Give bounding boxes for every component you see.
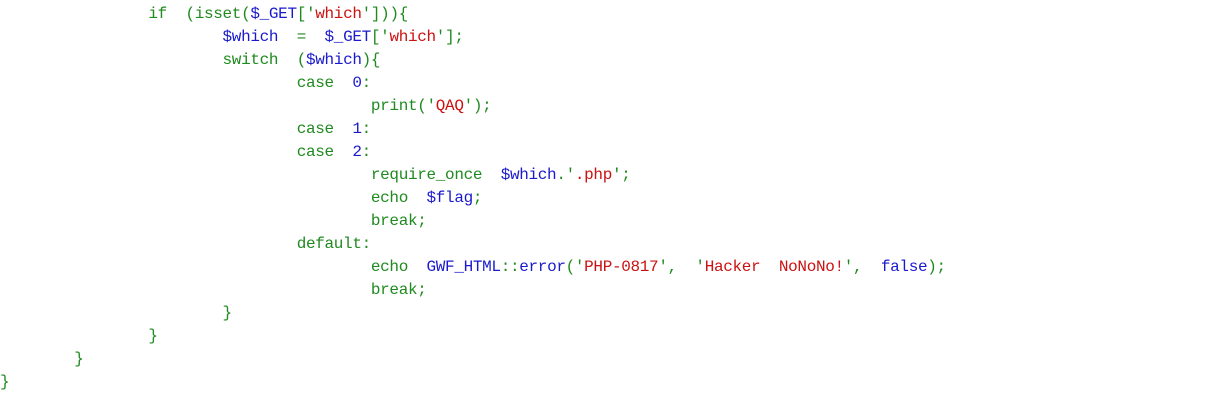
code-token-punct: (: [278, 51, 307, 69]
code-token-variable: $which: [500, 166, 557, 184]
code-token-punct: }: [0, 373, 10, 391]
code-line: echo $flag;: [0, 187, 1222, 210]
code-token-punct: (': [565, 258, 585, 276]
code-token-keyword: require_once: [370, 166, 483, 184]
code-token-punct: ){: [361, 51, 381, 69]
code-line: }: [0, 348, 1222, 371]
code-line: }: [0, 371, 1222, 394]
code-token-punct: .': [556, 166, 575, 184]
code-token-keyword: print: [370, 97, 418, 115]
code-token-string: QAQ: [435, 97, 464, 115]
code-token-punct: ::: [500, 258, 520, 276]
code-token-punct: :: [361, 143, 372, 161]
code-token-string: .php: [574, 166, 612, 184]
code-token-variable: $_GET: [324, 28, 372, 46]
code-line: }: [0, 325, 1222, 348]
code-line: }: [0, 302, 1222, 325]
code-token-punct: :: [361, 235, 372, 253]
code-line: case 1:: [0, 118, 1222, 141]
code-token-keyword: break: [370, 281, 418, 299]
code-token-keyword: default: [296, 235, 362, 253]
code-token-variable: false: [880, 258, 928, 276]
code-token-punct: ;: [472, 189, 483, 207]
code-line: break;: [0, 279, 1222, 302]
code-token-punct: }: [74, 350, 84, 368]
code-line: if (isset($_GET['which'])){: [0, 3, 1222, 26]
code-token-punct: :: [361, 74, 372, 92]
code-token-punct: ',: [843, 258, 881, 276]
code-line: print('QAQ');: [0, 95, 1222, 118]
code-token-keyword: case: [296, 74, 334, 92]
code-token-punct: '];: [435, 28, 464, 46]
code-line: switch ($which){: [0, 49, 1222, 72]
code-token-punct: }: [148, 327, 158, 345]
code-token-string: Hacker NoNoNo!: [704, 258, 844, 276]
code-line: default:: [0, 233, 1222, 256]
code-token-punct: ', ': [658, 258, 705, 276]
code-token-punct: ;: [417, 281, 427, 299]
code-editor[interactable]: if (isset($_GET['which'])){ $which = $_G…: [0, 3, 1222, 394]
code-token-keyword: echo: [370, 258, 408, 276]
code-token-punct: :: [361, 120, 372, 138]
code-token-punct: }: [222, 304, 233, 322]
code-token-punct: );: [927, 258, 946, 276]
code-token-punct: [': [370, 28, 390, 46]
code-token-keyword: if: [148, 5, 167, 23]
code-token-plain: (isset(: [166, 5, 251, 23]
code-line: case 2:: [0, 141, 1222, 164]
code-token-variable: GWF_HTML: [426, 258, 502, 276]
code-token-variable: 1: [352, 120, 362, 138]
code-token-string: which: [389, 28, 436, 46]
code-token-variable: $_GET: [250, 5, 297, 23]
code-line: require_once $which.'.php';: [0, 164, 1222, 187]
code-token-variable: $flag: [426, 189, 474, 207]
code-token-punct: ');: [463, 97, 492, 115]
code-token-keyword: switch: [222, 51, 279, 69]
code-line: echo GWF_HTML::error('PHP-0817', 'Hacker…: [0, 256, 1222, 279]
code-line: $which = $_GET['which'];: [0, 26, 1222, 49]
code-token-keyword: break: [370, 212, 418, 230]
code-token-string: PHP-0817: [584, 258, 659, 276]
code-token-punct: '])){: [361, 5, 409, 23]
code-token-punct: ';: [611, 166, 631, 184]
code-token-keyword: echo: [370, 189, 408, 207]
code-token-variable: error: [519, 258, 566, 276]
code-token-punct: [': [296, 5, 316, 23]
code-token-variable: 2: [352, 143, 362, 161]
code-token-punct: =: [278, 28, 325, 46]
code-token-variable: $which: [222, 28, 279, 46]
code-line: break;: [0, 210, 1222, 233]
code-token-punct: ;: [417, 212, 427, 230]
code-token-punct: (': [417, 97, 436, 115]
code-token-variable: 0: [352, 74, 362, 92]
code-token-keyword: case: [296, 143, 334, 161]
code-token-string: which: [315, 5, 362, 23]
code-line: case 0:: [0, 72, 1222, 95]
code-token-keyword: case: [296, 120, 334, 138]
code-token-variable: $which: [306, 51, 362, 69]
